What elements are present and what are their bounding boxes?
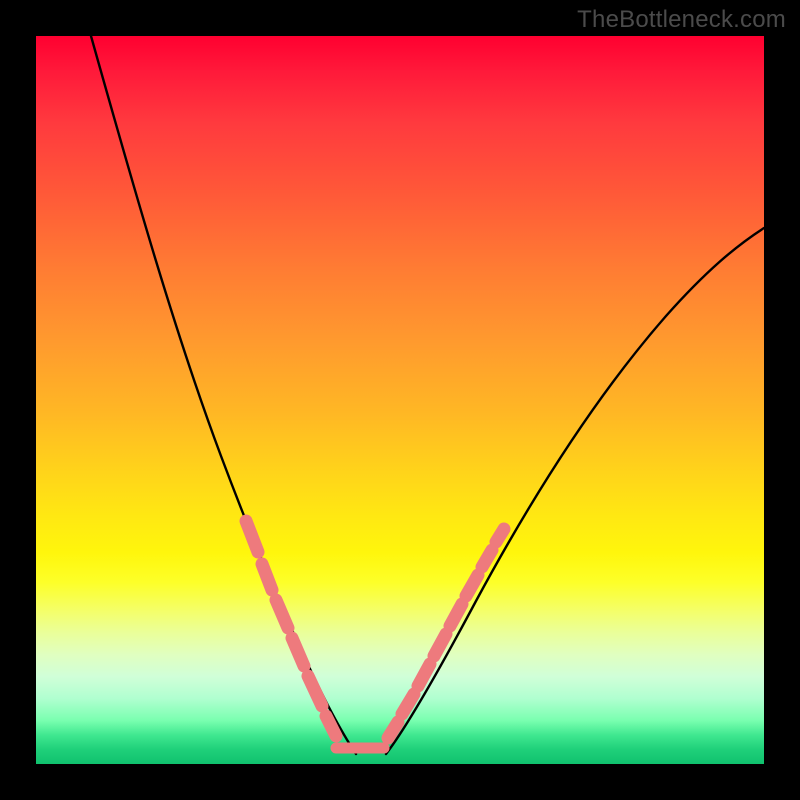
marker-dash xyxy=(466,575,478,596)
marker-dash xyxy=(276,600,288,628)
marker-dash xyxy=(308,676,322,706)
marker-dash xyxy=(434,634,446,656)
marker-dash xyxy=(246,521,258,552)
chart-svg xyxy=(36,36,764,764)
marker-dash xyxy=(450,604,462,626)
marker-right-dashes xyxy=(388,529,504,738)
bottleneck-curve-right xyxy=(386,228,764,754)
plot-area xyxy=(36,36,764,764)
watermark-text: TheBottleneck.com xyxy=(577,6,786,34)
marker-dash xyxy=(292,638,304,666)
marker-dash xyxy=(326,716,336,736)
marker-left-dashes xyxy=(246,521,336,736)
bottleneck-curve-left xyxy=(91,36,356,754)
marker-dash xyxy=(418,664,430,686)
marker-dash xyxy=(402,694,414,714)
marker-dash xyxy=(388,722,398,738)
marker-dash xyxy=(496,529,504,542)
marker-dash xyxy=(262,564,272,590)
chart-frame: TheBottleneck.com xyxy=(0,0,800,800)
marker-dash xyxy=(482,550,492,567)
